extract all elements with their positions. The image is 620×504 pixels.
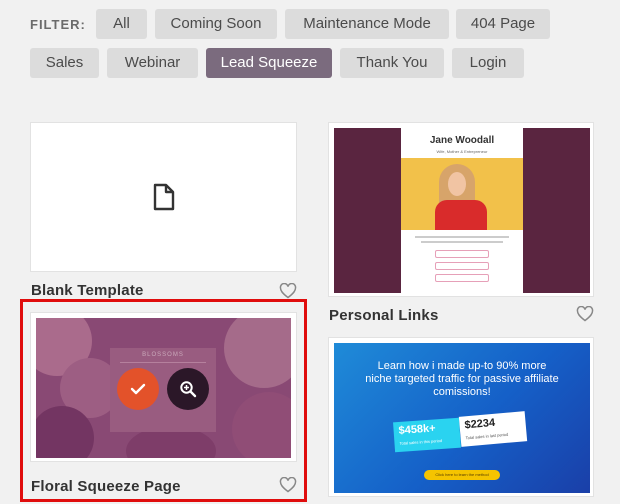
preview-panel: Jane Woodall Wife, Mother & Entrepreneur — [334, 128, 590, 293]
filter-maintenance-mode[interactable]: Maintenance Mode — [285, 9, 449, 39]
filter-404-page[interactable]: 404 Page — [456, 9, 550, 39]
preview-cta-button: Click here to learn the method — [424, 470, 500, 480]
selection-highlight — [20, 299, 307, 502]
filter-webinar[interactable]: Webinar — [107, 48, 198, 78]
blank-template-card[interactable] — [30, 122, 297, 272]
preview-link-button — [435, 250, 489, 258]
preview-photo — [401, 158, 523, 230]
preview-name: Jane Woodall — [429, 135, 495, 146]
favorite-heart-icon[interactable] — [576, 306, 594, 322]
stat-value: $458k+ — [398, 422, 436, 437]
affiliate-traffic-card[interactable]: Learn how i made up-to 90% more niche ta… — [328, 337, 594, 497]
preview-headline: Learn how i made up-to 90% more niche ta… — [365, 360, 559, 398]
preview-subtitle: Wife, Mother & Entrepreneur — [436, 149, 488, 154]
stat-card-1: $458k+ Total sales in this period — [393, 417, 461, 453]
filter-thank-you[interactable]: Thank You — [340, 48, 444, 78]
stat-card-2: $2234 Total sales in last period — [458, 411, 528, 447]
filter-login[interactable]: Login — [452, 48, 524, 78]
filter-label: FILTER: — [30, 17, 86, 32]
preview-text-line — [421, 241, 503, 243]
personal-links-title: Personal Links — [329, 307, 439, 324]
stat-label: Total sales in this period — [399, 437, 443, 446]
filter-coming-soon[interactable]: Coming Soon — [155, 9, 277, 39]
filter-sales[interactable]: Sales — [30, 48, 99, 78]
photo-jacket — [435, 200, 487, 230]
favorite-heart-icon[interactable] — [279, 283, 297, 299]
filter-lead-squeeze[interactable]: Lead Squeeze — [206, 48, 332, 78]
filter-all[interactable]: All — [96, 9, 147, 39]
preview-text-line — [415, 236, 509, 238]
preview-link-button — [435, 274, 489, 282]
personal-links-card[interactable]: Jane Woodall Wife, Mother & Entrepreneur — [328, 122, 594, 297]
stat-label: Total sales in last period — [465, 431, 509, 441]
stat-value: $2234 — [464, 416, 496, 432]
preview-page: Jane Woodall Wife, Mother & Entrepreneur — [401, 128, 523, 293]
document-icon — [153, 183, 175, 211]
preview-link-button — [435, 262, 489, 270]
photo-face — [448, 172, 466, 196]
affiliate-preview: Learn how i made up-to 90% more niche ta… — [334, 343, 590, 493]
blank-template-title: Blank Template — [31, 282, 144, 299]
